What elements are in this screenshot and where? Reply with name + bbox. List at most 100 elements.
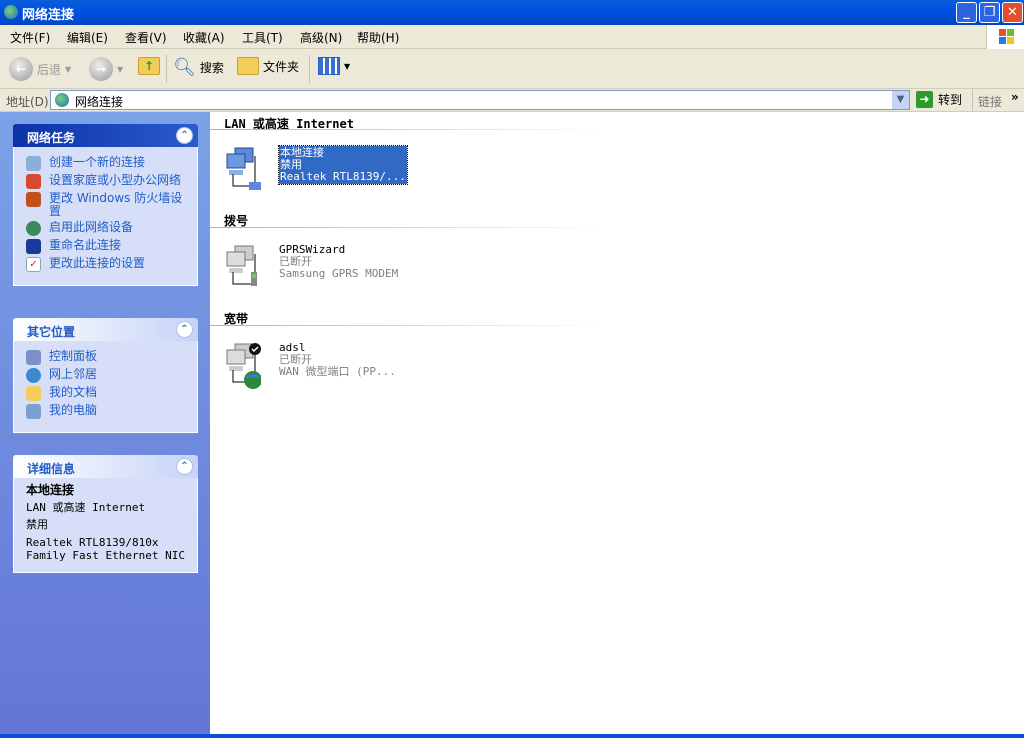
go-button[interactable]: ➜ 转到	[916, 91, 962, 108]
folder-icon	[237, 57, 259, 75]
back-button[interactable]: ← 后退 ▼	[9, 57, 71, 81]
network-places-icon	[26, 368, 41, 383]
details-panel: 详细信息 ⌃ 本地连接 LAN 或高速 Internet 禁用 Realtek R…	[13, 455, 198, 573]
other-places-panel: 其它位置 ⌃ 控制面板 网上邻居 我的文档 我的电脑	[13, 318, 198, 433]
back-label: 后退	[37, 62, 62, 77]
collapse-icon[interactable]: ⌃	[176, 458, 193, 475]
address-label: 地址(D)	[6, 95, 49, 109]
group-divider	[210, 325, 610, 326]
broadband-globe-icon	[226, 343, 261, 389]
folders-button[interactable]: 文件夹	[237, 57, 299, 75]
task-firewall[interactable]: 更改 Windows 防火墙设置	[26, 192, 189, 218]
place-label: 网上邻居	[49, 367, 98, 381]
separator	[972, 89, 973, 111]
address-dropdown-icon[interactable]: ▼	[892, 91, 909, 109]
forward-dropdown-icon: ▼	[117, 64, 124, 74]
task-label: 启用此网络设备	[49, 220, 134, 234]
go-label: 转到	[938, 93, 963, 107]
window-bottom-border	[0, 734, 1024, 738]
lan-connection-icon	[226, 147, 261, 190]
go-arrow-icon: ➜	[916, 91, 933, 108]
windows-logo-icon	[986, 25, 1024, 49]
control-panel-icon	[26, 350, 41, 365]
menu-bar: 文件(F) 编辑(E) 查看(V) 收藏(A) 工具(T) 高级(N) 帮助(H…	[0, 25, 1024, 49]
toolbar-separator	[309, 55, 310, 83]
search-button[interactable]: 🔍︎ 搜索	[173, 57, 224, 78]
menu-favorites[interactable]: 收藏(A)	[183, 29, 225, 46]
connection-text: 本地连接 禁用 Realtek RTL8139/...	[278, 145, 408, 185]
place-control-panel[interactable]: 控制面板	[26, 350, 189, 365]
menu-advanced[interactable]: 高级(N)	[300, 29, 342, 46]
menu-help[interactable]: 帮助(H)	[357, 29, 399, 46]
forward-arrow-icon: →	[89, 57, 113, 81]
panel-title: 详细信息	[27, 462, 76, 476]
title-bar: 网络连接 _ ❐ ✕	[0, 0, 1024, 25]
home-network-icon	[26, 174, 41, 189]
search-icon: 🔍︎	[173, 57, 196, 78]
details-status: 禁用	[26, 518, 48, 531]
address-input[interactable]: 网络连接 ▼	[50, 90, 910, 110]
place-label: 我的文档	[49, 385, 98, 399]
task-label: 更改此连接的设置	[49, 256, 146, 270]
menu-edit[interactable]: 编辑(E)	[67, 29, 108, 46]
restore-button[interactable]: ❐	[979, 2, 1000, 23]
views-icon	[318, 57, 340, 75]
menu-view[interactable]: 查看(V)	[125, 29, 167, 46]
window-title: 网络连接	[22, 8, 75, 23]
network-tasks-panel: 网络任务 ⌃ 创建一个新的连接 设置家庭或小型办公网络 更改 Windows 防火…	[13, 124, 198, 286]
my-documents-icon	[26, 386, 41, 401]
close-button[interactable]: ✕	[1002, 2, 1023, 23]
up-button[interactable]: ↑	[138, 57, 160, 75]
links-more-button[interactable]: »	[1011, 90, 1019, 104]
views-dropdown-icon: ▼	[344, 61, 351, 71]
connections-list: LAN 或高速 Internet 本地连接 禁用 Realtek RTL8139/.…	[210, 112, 1024, 735]
settings-check-icon: ✓	[26, 257, 41, 272]
place-label: 控制面板	[49, 349, 98, 363]
place-my-documents[interactable]: 我的文档	[26, 386, 189, 401]
connection-text: adsl 已断开 WAN 微型端口 (PP...	[279, 342, 396, 378]
folders-label: 文件夹	[263, 59, 300, 74]
place-my-computer[interactable]: 我的电脑	[26, 404, 189, 419]
minimize-button[interactable]: _	[956, 2, 977, 23]
links-button[interactable]: 链接	[978, 93, 1002, 110]
my-computer-icon	[26, 404, 41, 419]
network-icon	[55, 93, 69, 107]
new-connection-icon	[26, 156, 41, 171]
address-bar: 地址(D) 网络连接 ▼ ➜ 转到 链接 »	[0, 89, 1024, 112]
connection-device: Realtek RTL8139/...	[280, 170, 406, 183]
firewall-icon	[26, 192, 41, 207]
folder-up-icon: ↑	[138, 57, 160, 75]
group-divider	[210, 129, 610, 130]
task-rename[interactable]: 重命名此连接	[26, 239, 189, 254]
place-network-neighborhood[interactable]: 网上邻居	[26, 368, 189, 383]
enable-device-icon	[26, 221, 41, 236]
task-change-settings[interactable]: ✓ 更改此连接的设置	[26, 257, 189, 272]
task-home-network[interactable]: 设置家庭或小型办公网络	[26, 174, 189, 189]
panel-title: 网络任务	[27, 131, 76, 145]
menu-file[interactable]: 文件(F)	[10, 29, 50, 46]
network-tasks-header[interactable]: 网络任务 ⌃	[13, 124, 198, 147]
task-enable-device[interactable]: 启用此网络设备	[26, 221, 189, 236]
collapse-icon[interactable]: ⌃	[176, 127, 193, 144]
group-divider	[210, 227, 610, 228]
views-button[interactable]: ▼	[318, 57, 350, 75]
back-arrow-icon: ←	[9, 57, 33, 81]
dialup-modem-icon	[226, 245, 257, 286]
place-label: 我的电脑	[49, 403, 98, 417]
collapse-icon[interactable]: ⌃	[176, 321, 193, 338]
task-label: 创建一个新的连接	[49, 155, 146, 169]
menu-tools[interactable]: 工具(T)	[242, 29, 283, 46]
forward-button[interactable]: → ▼	[89, 57, 123, 81]
task-label: 重命名此连接	[49, 238, 122, 252]
connection-text: GPRSWizard 已断开 Samsung GPRS MODEM	[279, 244, 398, 280]
toolbar: ← 后退 ▼ → ▼ ↑ 🔍︎ 搜索 文件夹 ▼	[0, 49, 1024, 89]
network-connections-icon	[4, 5, 18, 19]
task-label: 更改 Windows 防火墙设置	[49, 191, 183, 218]
back-dropdown-icon: ▼	[65, 64, 72, 74]
connection-device: WAN 微型端口 (PP...	[279, 365, 396, 378]
connection-device: Samsung GPRS MODEM	[279, 267, 399, 280]
other-places-header[interactable]: 其它位置 ⌃	[13, 318, 198, 341]
task-pane: 网络任务 ⌃ 创建一个新的连接 设置家庭或小型办公网络 更改 Windows 防火…	[0, 112, 210, 735]
details-header[interactable]: 详细信息 ⌃	[13, 455, 198, 478]
task-create-connection[interactable]: 创建一个新的连接	[26, 156, 189, 171]
